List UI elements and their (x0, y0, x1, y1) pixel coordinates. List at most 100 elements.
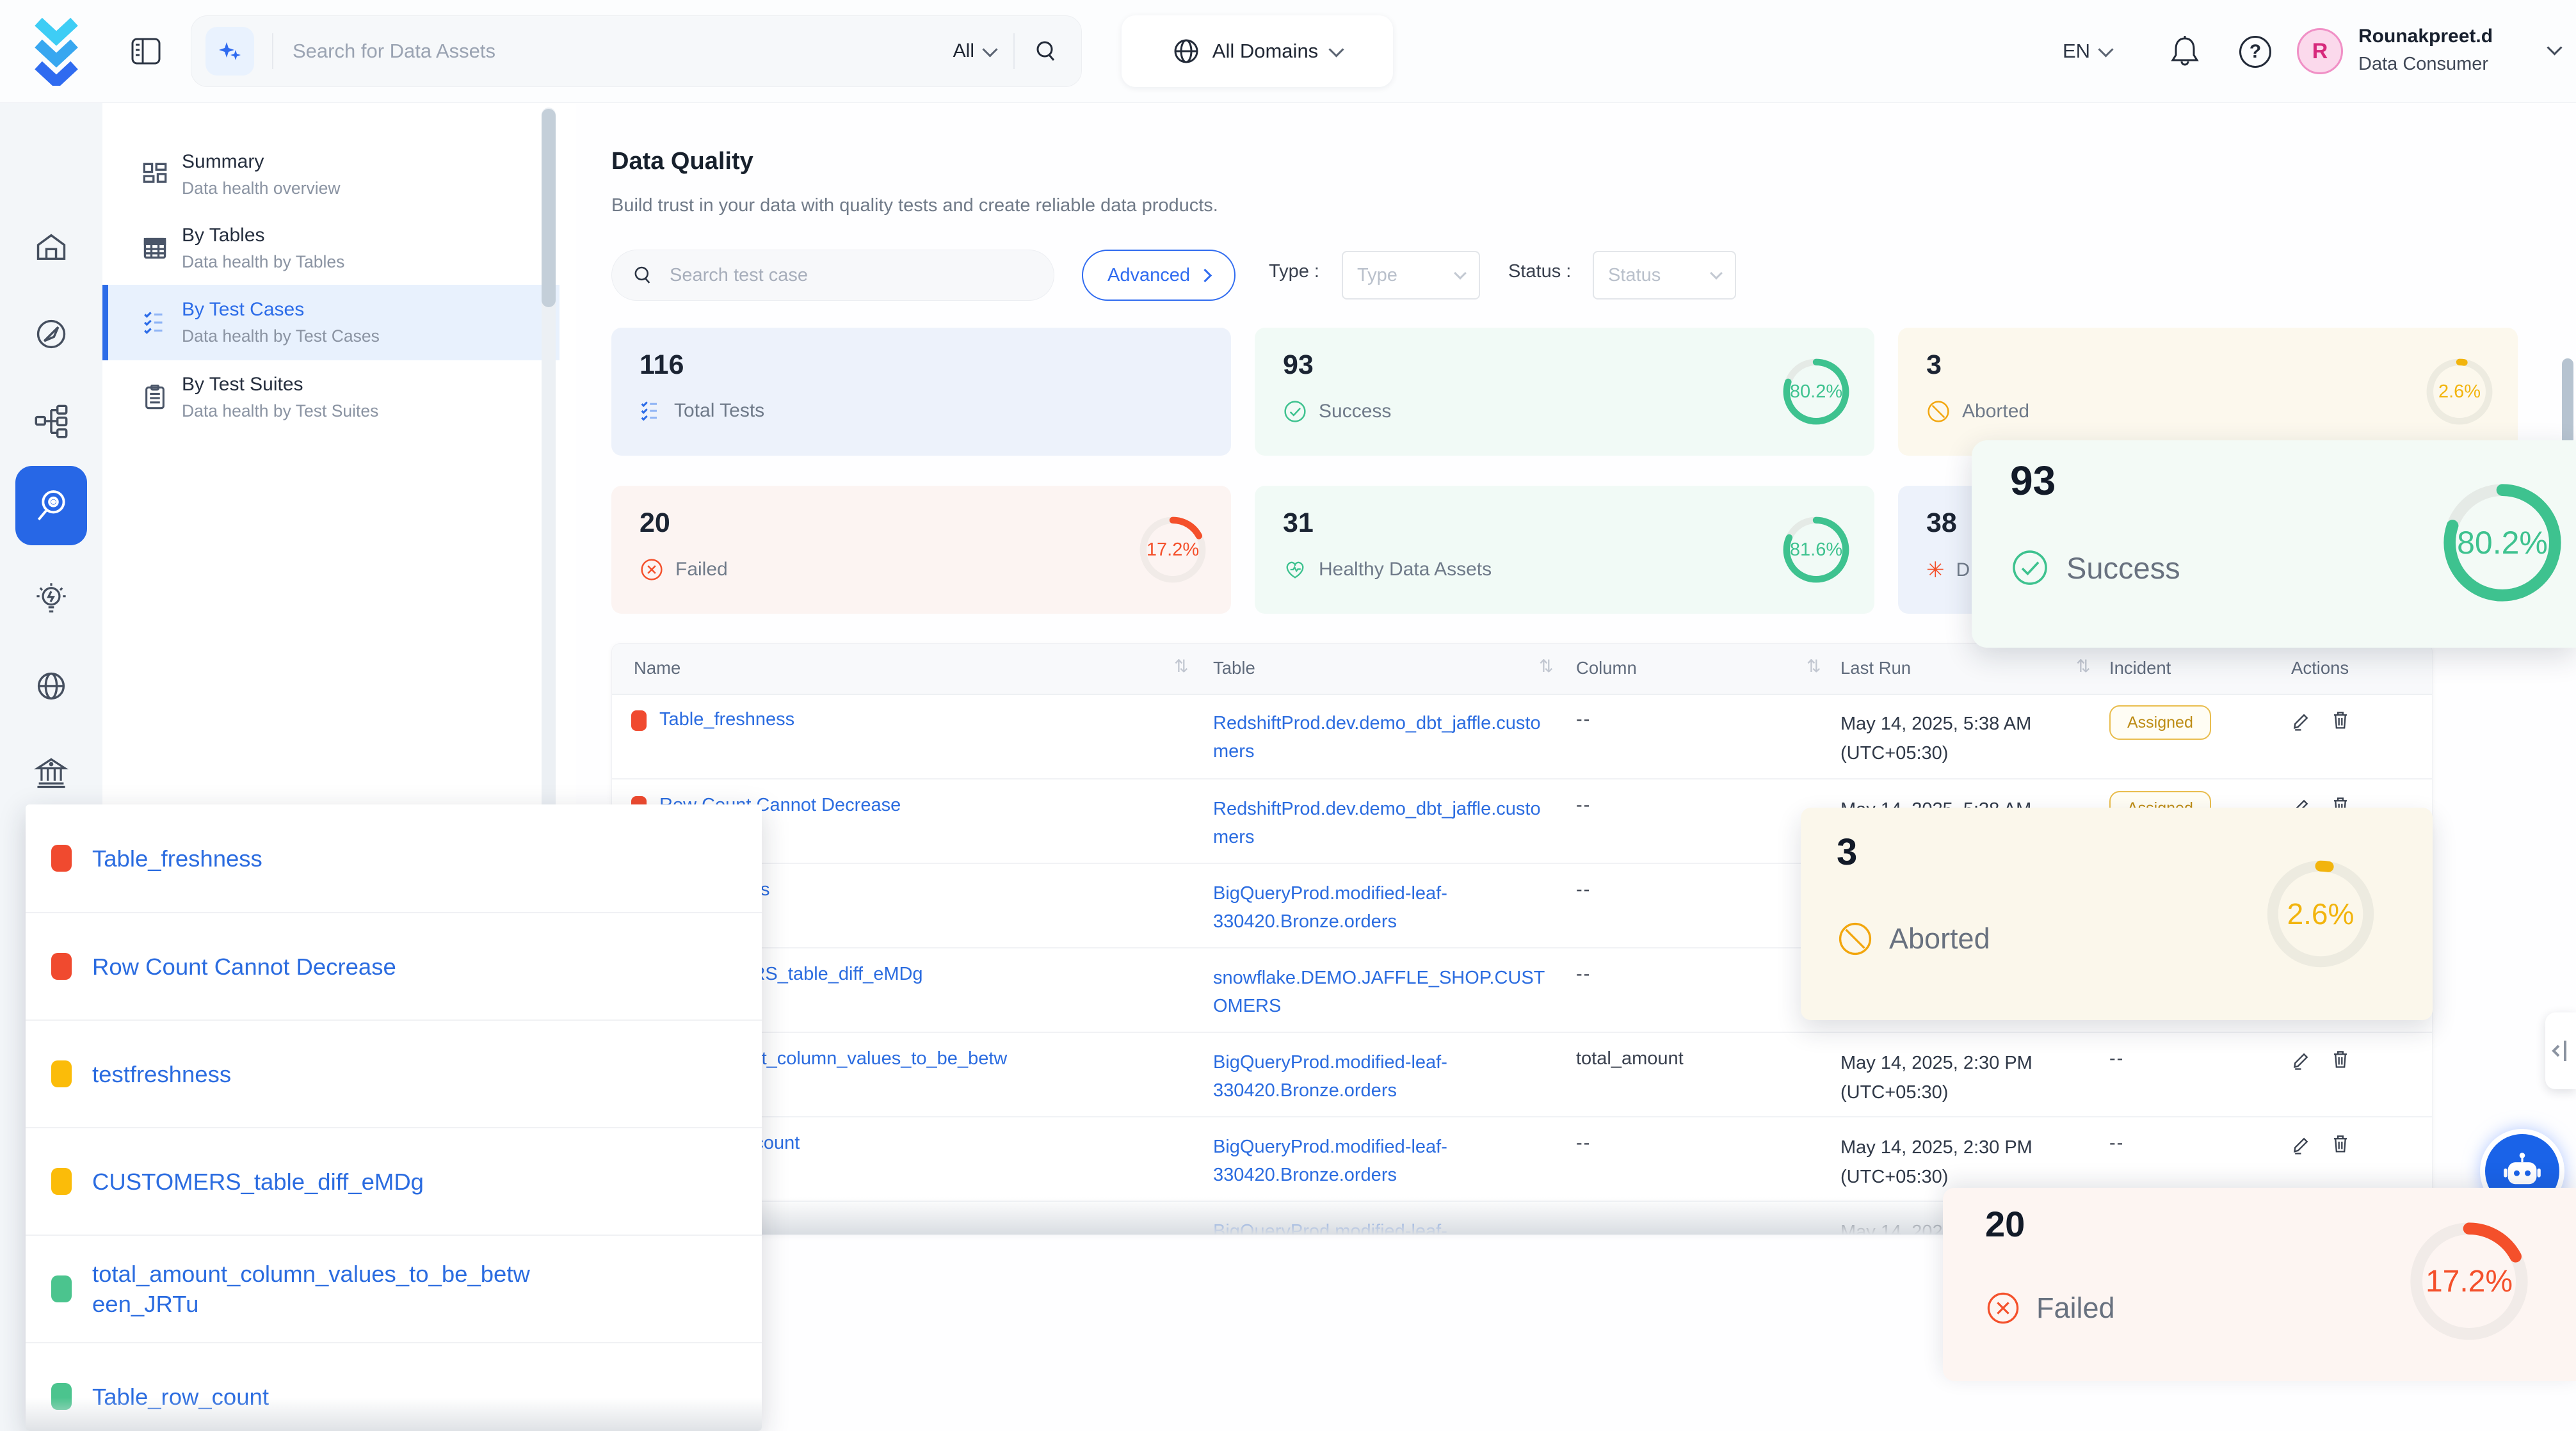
type-filter-select[interactable]: Type (1342, 251, 1480, 300)
column-cell: -- (1576, 709, 1807, 730)
sort-icon[interactable]: ⇅ (2076, 657, 2091, 676)
test-name-link[interactable]: testfreshness (92, 1059, 231, 1089)
test-name-link[interactable]: CUSTOMERS_table_diff_eMDg (92, 1167, 424, 1197)
sort-icon[interactable]: ⇅ (1807, 657, 1821, 676)
subnav-title: Summary (182, 151, 559, 173)
test-case-search-input[interactable] (668, 264, 1034, 287)
help-icon[interactable]: ? (2239, 36, 2271, 68)
table-icon (142, 236, 168, 261)
home-icon[interactable] (33, 229, 69, 265)
stat-card-success[interactable]: 93 Success 80.2% (1255, 328, 1874, 456)
user-menu-chevron-icon[interactable] (2547, 40, 2562, 55)
search-scope-dropdown[interactable]: All (953, 40, 995, 62)
governance-bank-icon[interactable] (33, 755, 69, 791)
delete-icon[interactable] (2330, 709, 2351, 731)
zoom-overlay-failed: 20 Failed 17.2% (1943, 1188, 2576, 1381)
table-row: total_amount_column_values_to_be_betw Bi… (612, 1032, 2432, 1116)
test-case-search[interactable] (611, 250, 1054, 301)
globe-nav-icon[interactable] (33, 668, 69, 704)
list-item[interactable]: testfreshness (26, 1019, 762, 1127)
success-donut-large: 80.2% (2440, 480, 2565, 605)
lineage-icon[interactable] (33, 403, 69, 439)
global-search-input[interactable] (291, 39, 953, 63)
table-link[interactable]: RedshiftProd.dev.demo_dbt_jaffle.custome… (1213, 709, 1552, 765)
edit-icon[interactable] (2291, 709, 2313, 731)
checklist-icon (640, 399, 663, 422)
subnav-item-summary[interactable]: Summary Data health overview (102, 138, 559, 211)
x-circle-icon (1985, 1290, 2021, 1326)
profiler-magnifier-eye-icon (32, 486, 70, 525)
subnav-title: By Test Cases (182, 299, 559, 321)
stat-label: Aborted (1962, 401, 2029, 422)
sort-icon[interactable]: ⇅ (1174, 657, 1189, 676)
subnav-subtitle: Data health by Test Cases (182, 326, 559, 346)
stat-value: 31 (1283, 508, 1314, 539)
status-square (631, 710, 647, 731)
chevron-down-icon (1329, 42, 1344, 57)
language-dropdown[interactable]: EN (2063, 0, 2111, 102)
stat-card-failed[interactable]: 20 Failed 17.2% (611, 486, 1231, 614)
side-panel-toggle-button[interactable] (2545, 1012, 2576, 1089)
delete-icon[interactable] (2330, 1133, 2351, 1155)
edit-icon[interactable] (2291, 1133, 2313, 1155)
subnav-item-by-test-suites[interactable]: By Test Suites Data health by Test Suite… (102, 360, 559, 434)
stat-card-total-tests[interactable]: 116 Total Tests (611, 328, 1231, 456)
sidebar-toggle-icon[interactable] (131, 36, 161, 67)
status-filter-select[interactable]: Status (1593, 251, 1736, 300)
list-item[interactable]: Table_freshness (26, 804, 762, 912)
user-name: Rounakpreet.d (2358, 26, 2493, 47)
chevron-down-icon (1454, 267, 1467, 280)
table-link[interactable]: BigQueryProd.modified-leaf-330420.Bronze… (1213, 879, 1552, 936)
stat-card-healthy-data-assets[interactable]: 31 Healthy Data Assets 81.6% (1255, 486, 1874, 614)
delete-icon[interactable] (2330, 1048, 2351, 1070)
data-quality-nav-active[interactable] (15, 466, 87, 545)
subnav-subtitle: Data health overview (182, 179, 559, 198)
search-icon[interactable] (1033, 38, 1059, 65)
type-filter-label: Type : (1269, 261, 1319, 282)
test-name-link[interactable]: Row Count Cannot Decrease (92, 952, 396, 982)
globe-icon (1173, 38, 1200, 65)
test-name-link[interactable]: total_amount_column_values_to_be_between… (92, 1259, 530, 1319)
column-cell: -- (1576, 795, 1807, 816)
compass-icon[interactable] (33, 316, 69, 352)
stat-value: 3 (1926, 349, 1942, 381)
table-link[interactable]: BigQueryProd.modified-leaf-330420.Bronze… (1213, 1048, 1552, 1105)
test-name-link[interactable]: Table_freshness (659, 709, 1171, 730)
overlay-label: Failed (2036, 1291, 2115, 1325)
chevron-down-icon (2098, 42, 2114, 57)
all-domains-dropdown[interactable]: All Domains (1122, 15, 1393, 87)
search-icon (631, 264, 654, 287)
advanced-filter-button[interactable]: Advanced (1082, 250, 1236, 301)
table-link[interactable]: snowflake.DEMO.JAFFLE_SHOP.CUSTOMERS (1213, 964, 1552, 1020)
avatar[interactable]: R (2297, 28, 2343, 74)
user-role: Data Consumer (2358, 54, 2488, 75)
healthy-donut: 81.6% (1781, 515, 1851, 585)
col-header-actions: Actions (2291, 658, 2349, 678)
app-logo[interactable] (33, 17, 79, 86)
topbar: All All Domains EN ? R Rounakpreet.d D (0, 0, 2576, 103)
insights-lightbulb-icon[interactable] (33, 581, 69, 617)
stat-card-aborted[interactable]: 3 Aborted 2.6% (1898, 328, 2518, 456)
table-link[interactable]: RedshiftProd.dev.demo_dbt_jaffle.custome… (1213, 795, 1552, 851)
failed-donut-large: 17.2% (2406, 1219, 2532, 1344)
heart-pulse-icon (1283, 557, 1307, 582)
global-search-bar[interactable]: All (191, 15, 1082, 87)
edit-icon[interactable] (2291, 1048, 2313, 1070)
table-link[interactable]: BigQueryProd.modified-leaf-330420.Bronze… (1213, 1133, 1552, 1189)
subnav-item-by-test-cases[interactable]: By Test Cases Data health by Test Cases (102, 285, 559, 360)
table-header: Name⇅ Table⇅ Column⇅ Last Run⇅ Incident … (612, 644, 2432, 695)
incident-badge[interactable]: Assigned (2109, 705, 2211, 740)
test-name-link[interactable]: Table_freshness (92, 843, 262, 874)
sort-icon[interactable]: ⇅ (1539, 657, 1554, 676)
list-item[interactable]: Row Count Cannot Decrease (26, 912, 762, 1019)
ai-sparkle-icon[interactable] (205, 27, 254, 76)
x-circle-icon (640, 557, 664, 582)
row-actions (2291, 1133, 2351, 1155)
notifications-bell-icon[interactable] (2168, 33, 2202, 69)
subnav-scrollbar-thumb[interactable] (542, 109, 556, 307)
robot-icon (2502, 1151, 2543, 1192)
subnav-item-by-tables[interactable]: By Tables Data health by Tables (102, 211, 559, 285)
overlay-value: 3 (1837, 831, 1857, 874)
list-item[interactable]: CUSTOMERS_table_diff_eMDg (26, 1127, 762, 1235)
list-item[interactable]: total_amount_column_values_to_be_between… (26, 1235, 762, 1342)
